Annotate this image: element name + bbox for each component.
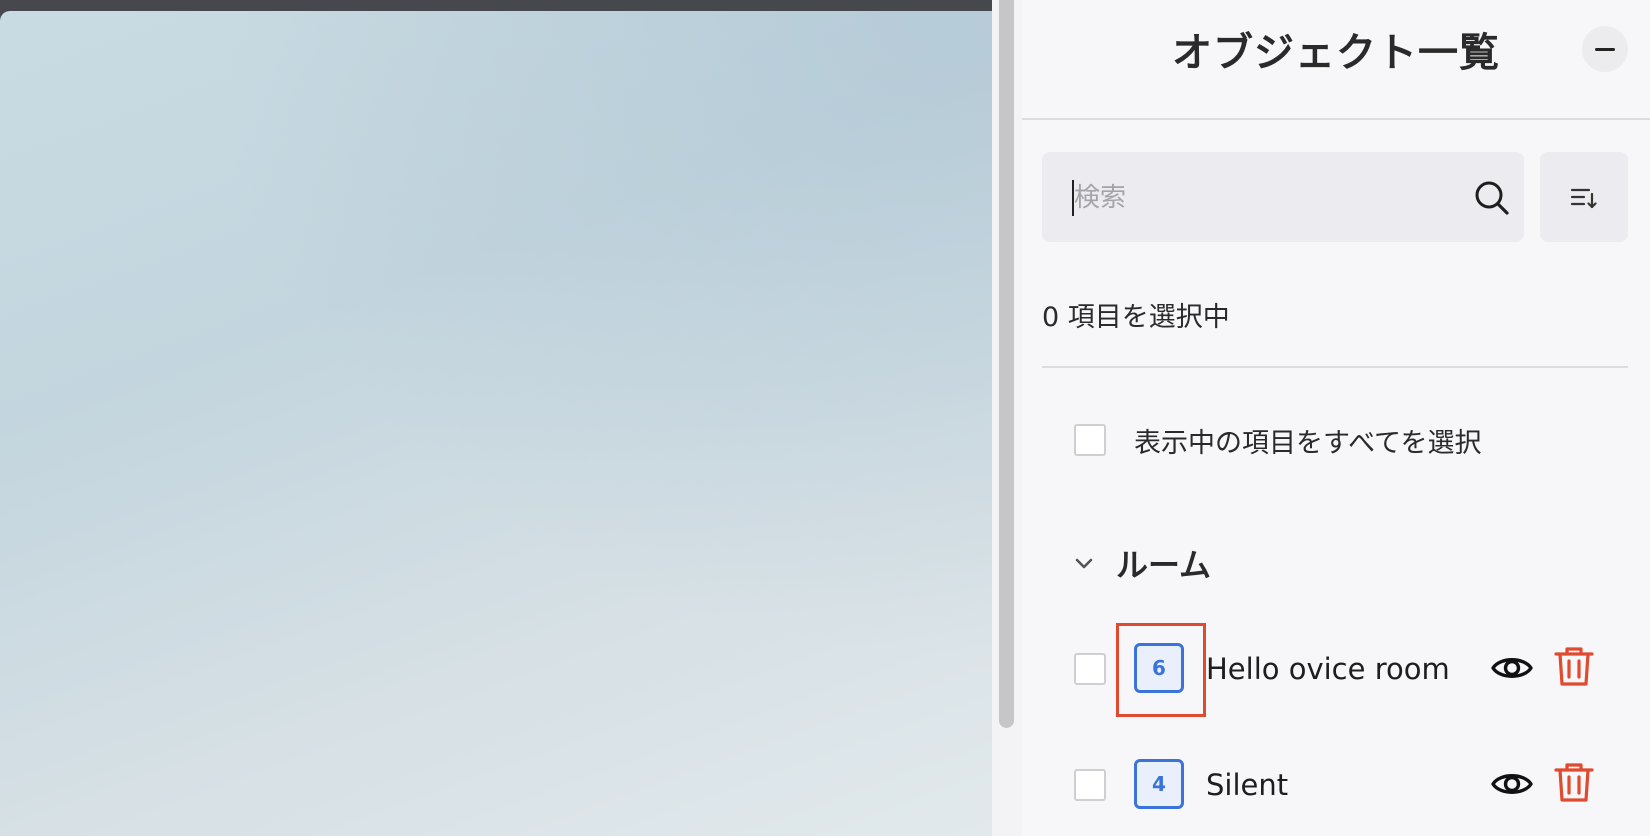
selected-count: 0 項目を選択中 <box>1042 302 1230 333</box>
group-title-rooms[interactable]: ルーム <box>1116 540 1211 586</box>
minus-icon <box>1595 47 1615 51</box>
chevron-down-icon[interactable] <box>1072 552 1096 576</box>
trash-icon[interactable] <box>1552 644 1596 688</box>
item-checkbox[interactable] <box>1074 769 1106 801</box>
item-checkbox[interactable] <box>1074 653 1106 685</box>
object-list-panel: オブジェクト一覧 0 項目を選択中 表示中の項目をすべてを選択 ルーム 6 <box>1022 0 1650 836</box>
scrollbar-track[interactable] <box>992 0 1022 836</box>
search-icon[interactable] <box>1472 178 1512 218</box>
panel-title: オブジェクト一覧 <box>1172 30 1500 76</box>
canvas-area[interactable] <box>0 0 992 836</box>
eye-icon[interactable] <box>1490 646 1534 690</box>
participant-count-badge: 4 <box>1134 759 1184 809</box>
sort-icon <box>1570 188 1597 209</box>
trash-icon[interactable] <box>1552 760 1596 804</box>
participant-count-badge: 6 <box>1134 643 1184 693</box>
panel-header: オブジェクト一覧 <box>1022 0 1650 120</box>
sort-button[interactable] <box>1540 152 1628 242</box>
select-all-label[interactable]: 表示中の項目をすべてを選択 <box>1134 421 1482 460</box>
search-input[interactable] <box>1072 174 1436 222</box>
canvas-view[interactable] <box>0 11 992 836</box>
item-name[interactable]: Hello ovice room <box>1206 652 1450 686</box>
divider <box>1042 366 1628 368</box>
collapse-panel-button[interactable] <box>1582 26 1628 72</box>
item-name[interactable]: Silent <box>1206 768 1288 802</box>
eye-icon[interactable] <box>1490 762 1534 806</box>
scrollbar-thumb[interactable] <box>999 0 1014 728</box>
search-box[interactable] <box>1042 152 1524 242</box>
list-item[interactable]: 6 Hello ovice room <box>1022 622 1650 718</box>
text-caret <box>1072 180 1074 216</box>
select-all-checkbox[interactable] <box>1074 424 1106 456</box>
list-item[interactable]: 4 Silent <box>1022 738 1650 834</box>
